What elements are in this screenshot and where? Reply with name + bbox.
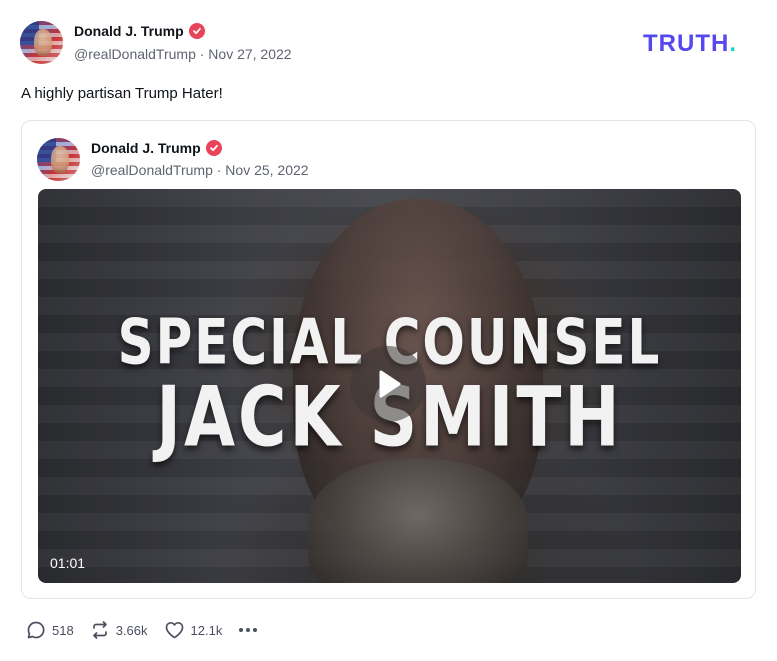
video-duration: 01:01 <box>50 555 86 571</box>
verified-badge-icon <box>188 23 205 39</box>
truth-post: Donald J. Trump @realDonaldTrump · Nov 2… <box>0 0 777 661</box>
reply-button[interactable]: 518 <box>26 620 74 640</box>
verified-badge-icon <box>205 140 222 156</box>
author-avatar[interactable] <box>20 21 63 64</box>
quoted-author-handle-date[interactable]: @realDonaldTrump · Nov 25, 2022 <box>91 162 309 178</box>
post-text: A highly partisan Trump Hater! <box>21 85 223 102</box>
quoted-post-card[interactable]: Donald J. Trump @realDonaldTrump · Nov 2… <box>21 120 756 599</box>
author-name[interactable]: Donald J. Trump <box>74 23 184 39</box>
reply-count: 518 <box>52 622 74 638</box>
author-handle-date[interactable]: @realDonaldTrump · Nov 27, 2022 <box>74 46 292 62</box>
logo-dot: . <box>729 30 737 57</box>
post-actions: 518 3.66k 12.1k <box>26 620 274 640</box>
retruth-button[interactable]: 3.66k <box>90 620 148 640</box>
play-icon <box>379 370 401 398</box>
heart-icon <box>165 622 183 639</box>
truth-logo[interactable]: TRUTH. <box>643 30 737 58</box>
like-count: 12.1k <box>190 622 223 638</box>
like-button[interactable]: 12.1k <box>164 620 223 640</box>
video-player[interactable]: SPECIAL COUNSEL JACK SMITH 01:01 <box>38 189 741 583</box>
quoted-author-name[interactable]: Donald J. Trump <box>91 140 201 156</box>
comment-icon <box>27 621 45 639</box>
more-horizontal-icon <box>239 628 258 632</box>
more-options-button[interactable] <box>238 627 258 633</box>
logo-text: TRUTH <box>643 30 730 57</box>
repost-icon <box>92 621 107 639</box>
quoted-author-name-row: Donald J. Trump <box>91 140 222 156</box>
quoted-author-avatar[interactable] <box>37 138 80 181</box>
play-button[interactable] <box>350 346 426 422</box>
retruth-count: 3.66k <box>115 622 148 638</box>
author-name-row: Donald J. Trump <box>74 23 205 39</box>
